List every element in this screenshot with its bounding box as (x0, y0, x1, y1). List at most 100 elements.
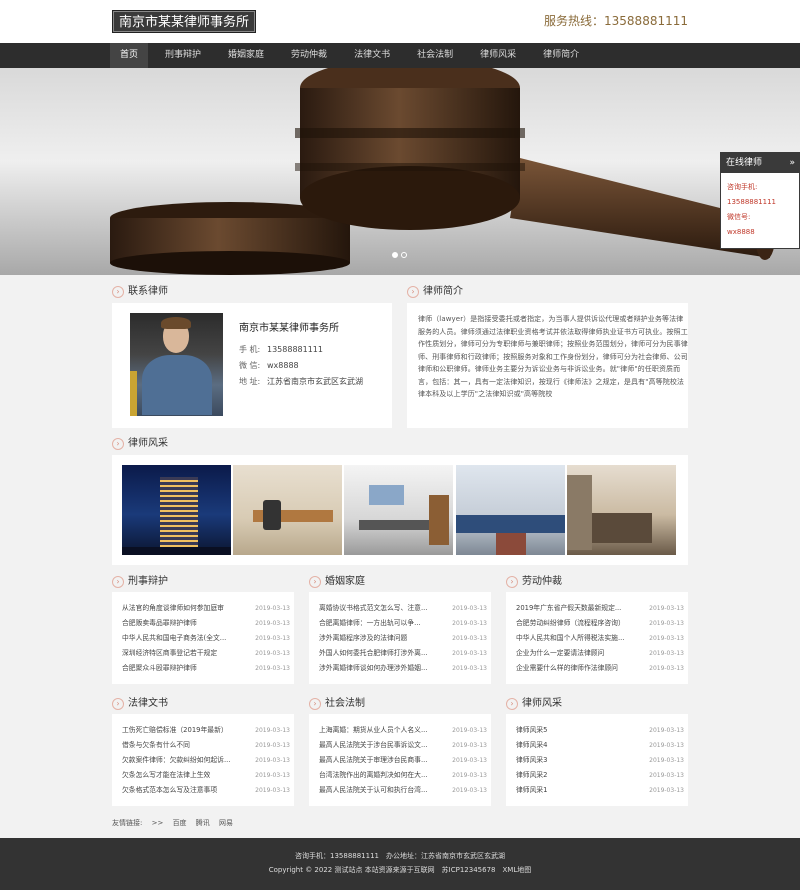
intro-text[interactable]: 律师（lawyer）是指接受委托或者指定，为当事人提供诉讼代理或者辩护业务等法律… (418, 313, 690, 401)
online-wechat: wx8888 (727, 228, 755, 236)
friend-links-label: 友情链接: (112, 819, 143, 827)
list-item[interactable]: 合肥劳动纠纷律师（流程程序咨询） 2019-03-13 (516, 616, 684, 631)
list-item[interactable]: 从法官的角度谈律师如何参加庭审 2019-03-13 (122, 601, 290, 616)
list-item[interactable]: 涉外离婚律师谈如何办理涉外婚姻... 2019-03-13 (319, 661, 487, 676)
contact-wechat: wx8888 (267, 361, 299, 370)
banner-pagination (392, 252, 407, 258)
section-title-contact: › 联系律师 (112, 284, 168, 300)
list-item[interactable]: 合肥离婚律师：一方出轨可以争... 2019-03-13 (319, 616, 487, 631)
banner-dot-2[interactable] (401, 252, 407, 258)
list-item[interactable]: 欠条怎么写才能在法律上生效 2019-03-13 (122, 768, 290, 783)
nav-item-social-law[interactable]: 社会法制 (407, 43, 463, 68)
section-title-style: › 律师风采 (506, 696, 562, 712)
chevron-right-icon: › (112, 286, 124, 298)
gallery-image-open-office[interactable] (456, 465, 565, 555)
section-title-documents: › 法律文书 (112, 696, 168, 712)
friend-link-baidu[interactable]: 百度 (173, 819, 187, 827)
online-wechat-label: 微信号: (727, 213, 751, 221)
chevron-right-icon: › (407, 286, 419, 298)
gallery-panel (112, 455, 688, 565)
main-nav: 首页 刑事辩护 婚姻家庭 劳动仲裁 法律文书 社会法制 律师风采 律师简介 (0, 43, 800, 68)
list-item[interactable]: 企业为什么一定要请法律顾问 2019-03-13 (516, 646, 684, 661)
list-item[interactable]: 离婚协议书格式范文怎么写、注意... 2019-03-13 (319, 601, 487, 616)
list-item[interactable]: 深圳经济特区商事登记若干规定 2019-03-13 (122, 646, 290, 661)
list-item[interactable]: 律师风采5 2019-03-13 (516, 723, 684, 738)
list-item[interactable]: 欠款案件律师：欠款纠纷如何起诉... 2019-03-13 (122, 753, 290, 768)
hero-banner[interactable] (0, 68, 800, 275)
list-item[interactable]: 欠条格式范本怎么写及注意事项 2019-03-13 (122, 783, 290, 798)
gallery-image-meeting-room[interactable] (344, 465, 453, 555)
friend-links-arrow: >> (151, 819, 164, 827)
list-item[interactable]: 外国人如何委托合肥律师打涉外离... 2019-03-13 (319, 646, 487, 661)
marriage-list-panel: 离婚协议书格式范文怎么写、注意... 2019-03-13 合肥离婚律师：一方出轨… (309, 592, 491, 684)
friend-link-netease[interactable]: 网易 (219, 819, 233, 827)
chevron-right-icon: › (309, 576, 321, 588)
list-item[interactable]: 律师风采4 2019-03-13 (516, 738, 684, 753)
chevron-right-icon: › (112, 576, 124, 588)
nav-item-lawyer-intro[interactable]: 律师简介 (533, 43, 589, 68)
list-item[interactable]: 最高人民法院关于审理涉台民商事... 2019-03-13 (319, 753, 487, 768)
chevron-right-icon[interactable]: » (789, 153, 795, 173)
list-item[interactable]: 律师风采2 2019-03-13 (516, 768, 684, 783)
site-footer: 咨询手机：13588881111 办公地址：江苏省南京市玄武区玄武湖 Copyr… (0, 838, 800, 890)
list-item[interactable]: 上海离婚：期货从业人员个人名义... 2019-03-13 (319, 723, 487, 738)
nav-item-labor-arbitration[interactable]: 劳动仲裁 (281, 43, 337, 68)
nav-item-legal-documents[interactable]: 法律文书 (344, 43, 400, 68)
section-title-gallery: › 律师风采 (112, 436, 168, 452)
section-title-marriage: › 婚姻家庭 (309, 574, 365, 590)
site-logo[interactable]: 南京市某某律师事务所 (112, 10, 257, 33)
style-list-panel: 律师风采5 2019-03-13 律师风采4 2019-03-13 律师风采3 201… (506, 714, 688, 806)
section-title-criminal: › 刑事辩护 (112, 574, 168, 590)
contact-phone[interactable]: 13588881111 (267, 345, 323, 354)
gavel-image (110, 68, 775, 275)
site-header: 南京市某某律师事务所 服务热线：13588881111 (0, 0, 800, 43)
online-phone-label: 咨询手机: (727, 183, 758, 191)
chevron-right-icon: › (309, 698, 321, 710)
section-title-intro: › 律师简介 (407, 284, 463, 300)
service-hotline: 服务热线：13588881111 (544, 14, 688, 28)
contact-address: 江苏省南京市玄武区玄武湖 (267, 377, 363, 386)
list-item[interactable]: 合肥贩卖毒品罪辩护律师 2019-03-13 (122, 616, 290, 631)
contact-address-row: 地 址: 江苏省南京市玄武区玄武湖 (239, 377, 363, 386)
chevron-right-icon: › (112, 438, 124, 450)
criminal-list-panel: 从法官的角度谈律师如何参加庭审 2019-03-13 合肥贩卖毒品罪辩护律师 201… (112, 592, 294, 684)
list-item[interactable]: 律师风采1 2019-03-13 (516, 783, 684, 798)
intro-panel: 律师（lawyer）是指接受委托或者指定，为当事人提供诉讼代理或者辩护业务等法律… (407, 303, 688, 428)
list-item[interactable]: 律师风采3 2019-03-13 (516, 753, 684, 768)
list-item[interactable]: 中华人民共和国个人所得税法实施... 2019-03-13 (516, 631, 684, 646)
list-item[interactable]: 台湾法院作出的离婚判决如何在大... 2019-03-13 (319, 768, 487, 783)
list-item[interactable]: 2019年广东省产假天数最新规定... 2019-03-13 (516, 601, 684, 616)
nav-item-home[interactable]: 首页 (110, 43, 149, 68)
list-item[interactable]: 借条与欠条有什么不同 2019-03-13 (122, 738, 290, 753)
friend-link-tencent[interactable]: 腾讯 (196, 819, 210, 827)
online-phone[interactable]: 13588881111 (727, 195, 793, 210)
nav-item-lawyer-style[interactable]: 律师风采 (470, 43, 526, 68)
online-widget-header[interactable]: 在线律师 » (721, 153, 799, 173)
nav-item-criminal-defense[interactable]: 刑事辩护 (155, 43, 211, 68)
documents-list-panel: 工伤死亡赔偿标准（2019年最新） 2019-03-13 借条与欠条有什么不同 20… (112, 714, 294, 806)
contact-firm-name: 南京市某某律师事务所 (239, 323, 339, 334)
nav-item-marriage-family[interactable]: 婚姻家庭 (218, 43, 274, 68)
list-item[interactable]: 最高人民法院关于涉台民事诉讼文... 2019-03-13 (319, 738, 487, 753)
footer-copyright[interactable]: Copyright © 2022 测试站点 本站资源来源于互联网 苏ICP123… (0, 865, 800, 875)
lawyer-photo (130, 313, 223, 416)
gallery-image-building[interactable] (122, 465, 231, 555)
chevron-right-icon: › (506, 698, 518, 710)
chevron-right-icon: › (112, 698, 124, 710)
contact-panel: 南京市某某律师事务所 手 机: 13588881111 微 信: wx8888 地 … (112, 303, 392, 428)
gallery-image-office-desk[interactable] (233, 465, 342, 555)
footer-contact: 咨询手机：13588881111 办公地址：江苏省南京市玄武区玄武湖 (295, 852, 505, 860)
list-item[interactable]: 工伤死亡赔偿标准（2019年最新） 2019-03-13 (122, 723, 290, 738)
labor-list-panel: 2019年广东省产假天数最新规定... 2019-03-13 合肥劳动纠纷律师（流… (506, 592, 688, 684)
contact-phone-row: 手 机: 13588881111 (239, 345, 323, 354)
list-item[interactable]: 最高人民法院关于认可和执行台湾... 2019-03-13 (319, 783, 487, 798)
list-item[interactable]: 涉外离婚程序涉及的法律问题 2019-03-13 (319, 631, 487, 646)
list-item[interactable]: 企业需要什么样的律师作法律顾问 2019-03-13 (516, 661, 684, 676)
list-item[interactable]: 合肥聚众斗殴罪辩护律师 2019-03-13 (122, 661, 290, 676)
banner-dot-1[interactable] (392, 252, 398, 258)
contact-wechat-row: 微 信: wx8888 (239, 361, 299, 370)
gallery-image-reception[interactable] (567, 465, 676, 555)
list-item[interactable]: 中华人民共和国电子商务法(全文... 2019-03-13 (122, 631, 290, 646)
section-title-social: › 社会法制 (309, 696, 365, 712)
section-title-labor: › 劳动仲裁 (506, 574, 562, 590)
